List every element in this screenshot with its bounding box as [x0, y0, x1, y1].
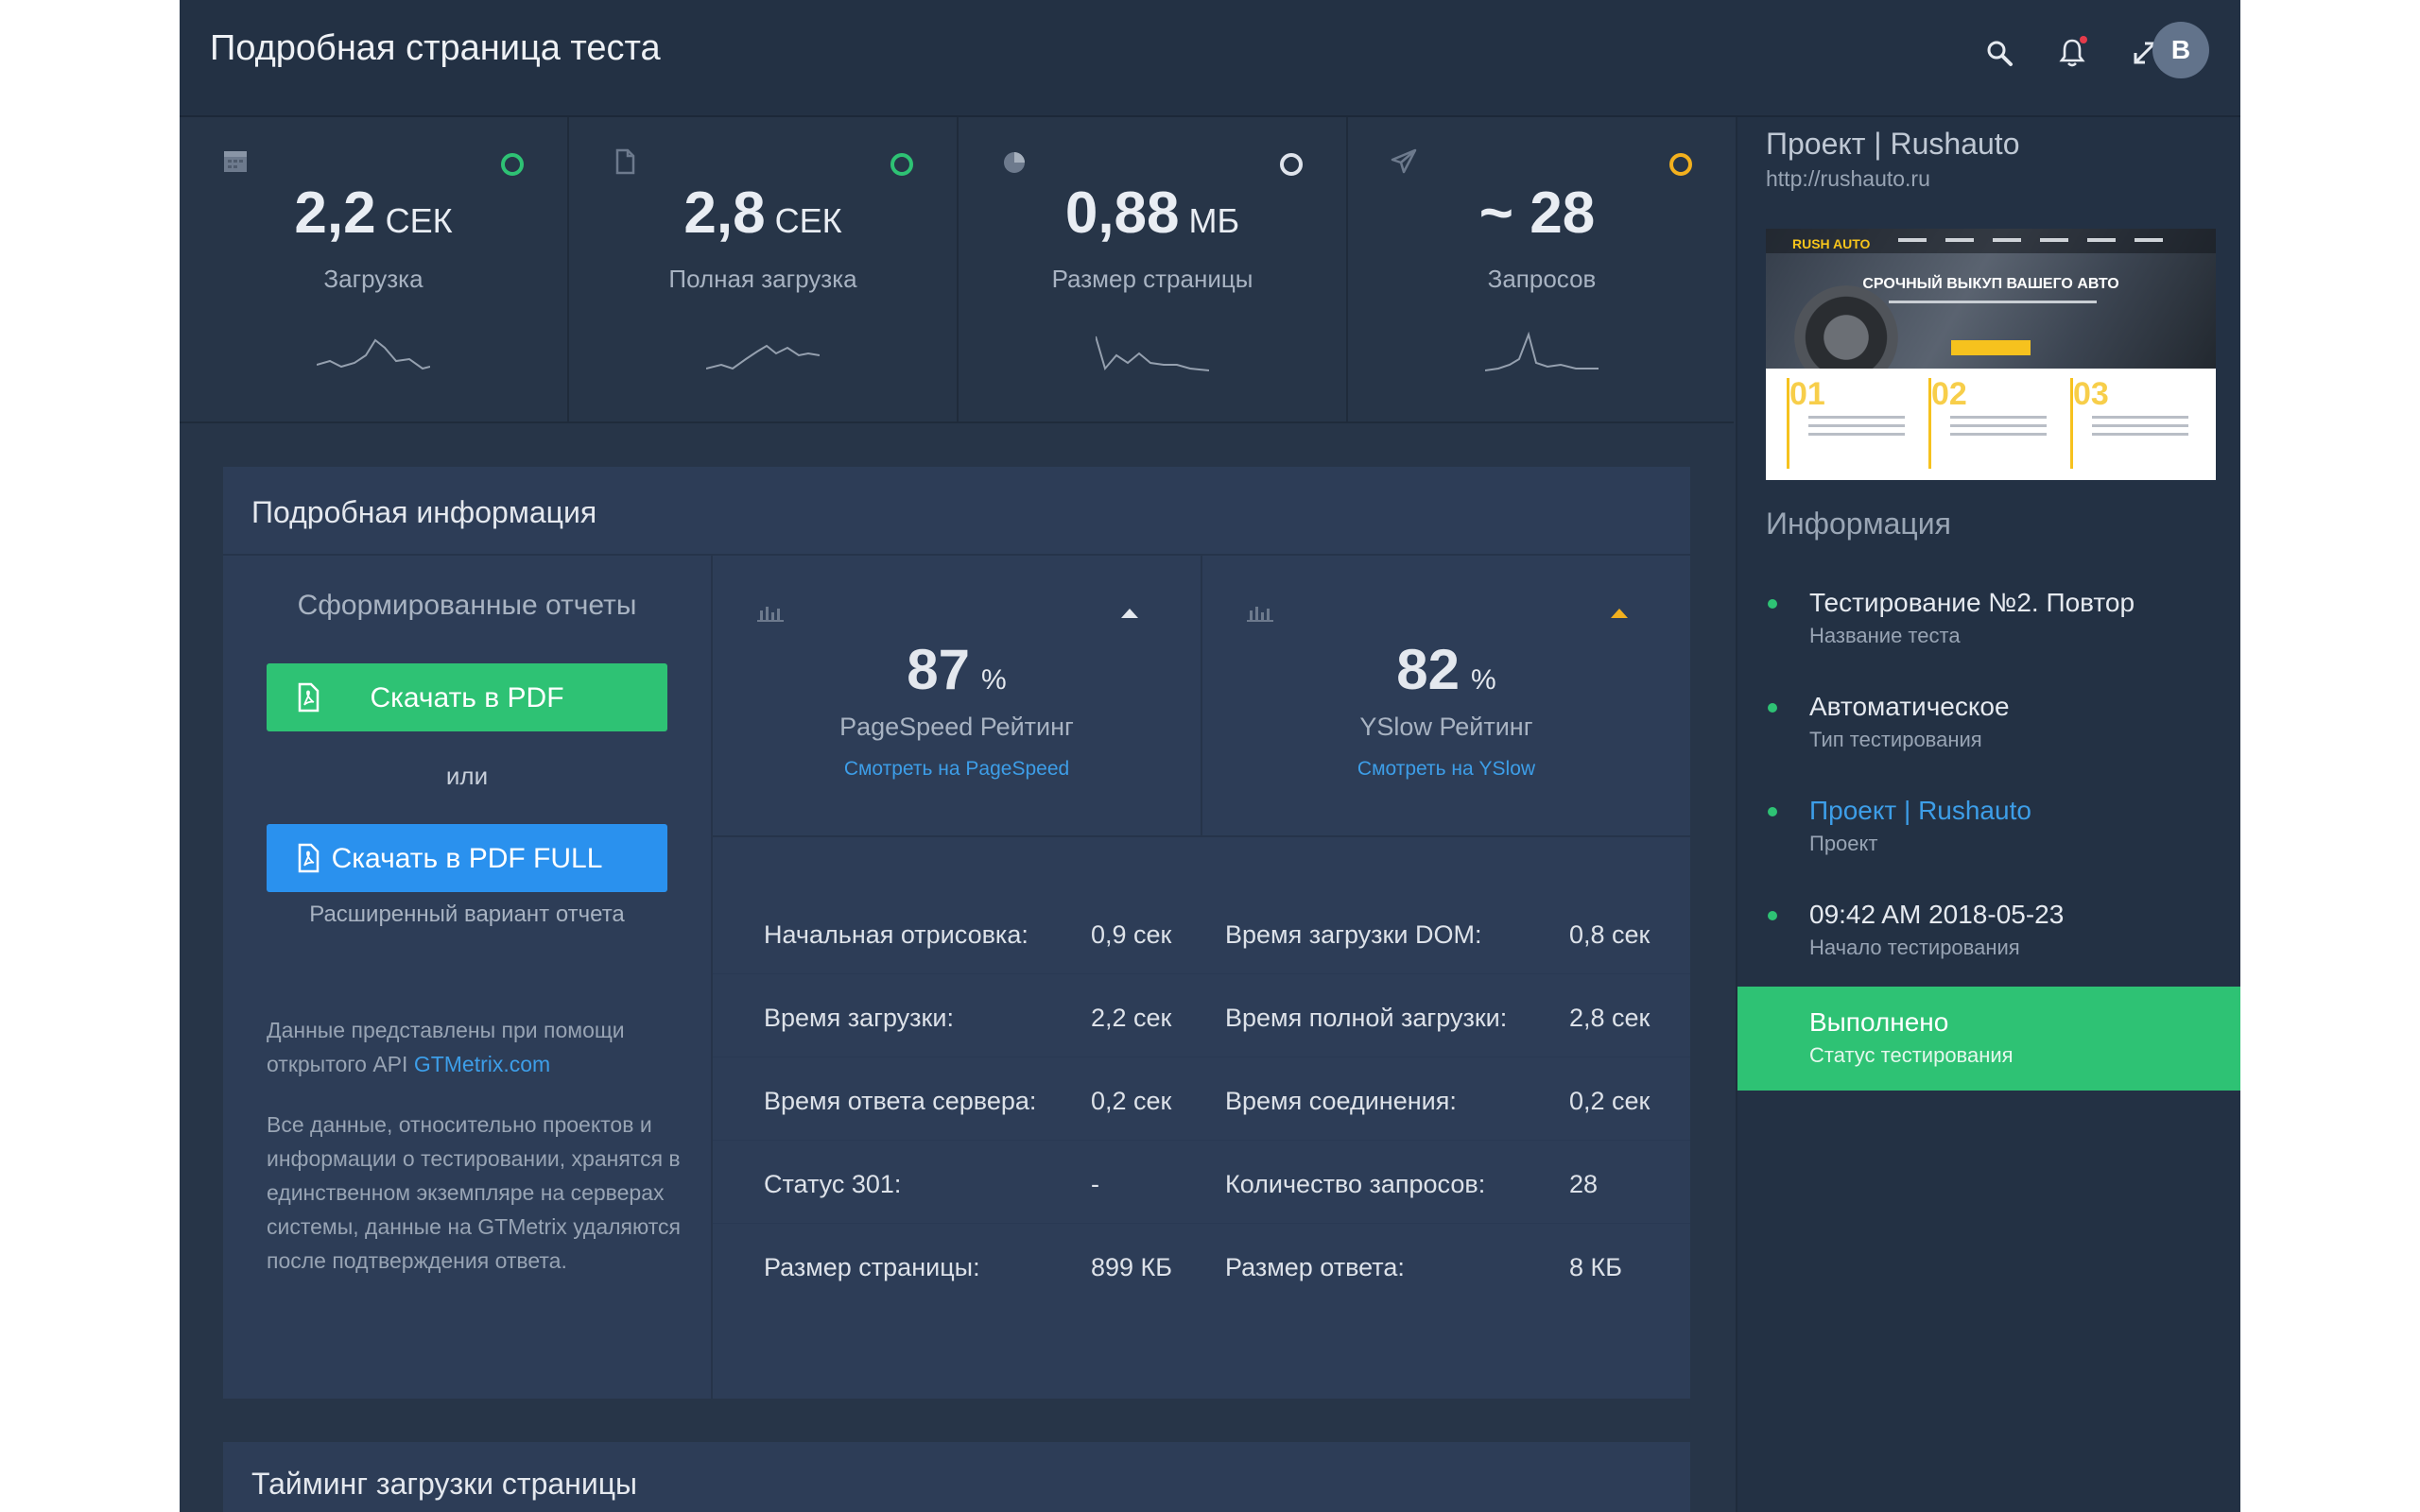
stat-page-size: 0,88 МБ Размер страницы	[959, 117, 1348, 421]
file-icon	[611, 147, 639, 176]
metrics-table: Начальная отрисовка: 0,9 сек Время загруз…	[713, 835, 1690, 1400]
trend-up-icon	[1611, 609, 1628, 618]
or-text: или	[445, 762, 489, 790]
site-screenshot: RUSH AUTO СРОЧНЫЙ ВЫКУП ВАШЕГО АВТО 01 0…	[1766, 229, 2216, 480]
table-row: Начальная отрисовка: 0,9 сек Время загруз…	[713, 890, 1690, 974]
stat-value: 2,2 СЕК	[294, 180, 453, 246]
score-name: YSlow Рейтинг	[1359, 713, 1533, 741]
reports-column: Сформированные отчеты Скачать в PDF или …	[223, 556, 713, 1399]
search-icon[interactable]	[1979, 32, 2020, 74]
stat-value: 2,8 СЕК	[683, 180, 842, 246]
paper-plane-icon	[1390, 147, 1418, 176]
project-link[interactable]: Проект | Rushauto	[1809, 796, 2031, 826]
stat-label: Запросов	[1487, 265, 1597, 293]
trend-up-icon	[1121, 609, 1138, 618]
bar-chart-icon	[1246, 603, 1274, 628]
status-indicator	[890, 153, 913, 176]
pagespeed-link[interactable]: Смотреть на PageSpeed	[713, 758, 1201, 781]
gtmetrix-link[interactable]: GTMetrix.com	[414, 1052, 550, 1076]
page-title: Подробная страница теста	[210, 28, 661, 68]
notification-dot	[2080, 36, 2087, 43]
card-header: Подробная информация	[223, 467, 1690, 556]
app-window: Подробная страница теста B 2,2 СЕК Загруз…	[180, 0, 2240, 1512]
table-row: Время ответа сервера: 0,2 сек Время соеди…	[713, 1057, 1690, 1141]
info-title: Информация	[1766, 507, 1951, 541]
table-row: Время загрузки: 2,2 сек Время полной загр…	[713, 973, 1690, 1057]
stat-label: Загрузка	[323, 265, 424, 293]
yslow-link[interactable]: Смотреть на YSlow	[1202, 758, 1690, 781]
api-note: Данные представлены при помощи открытого…	[267, 1018, 625, 1076]
download-pdf-label: Скачать в PDF	[370, 682, 564, 713]
score-name: PageSpeed Рейтинг	[839, 713, 1074, 741]
yslow-score: 82% YSlow Рейтинг Смотреть на YSlow	[1202, 556, 1690, 835]
project-url[interactable]: http://rushauto.ru	[1766, 166, 1930, 192]
stats-row: 2,2 СЕК Загрузка 2,8 СЕК Полная загрузка 0…	[180, 117, 1737, 423]
sparkline	[1485, 331, 1599, 371]
sparkline	[317, 338, 430, 370]
bell-icon[interactable]	[2051, 32, 2093, 74]
score-value: 82%	[1396, 638, 1496, 701]
site-headline: СРОЧНЫЙ ВЫКУП ВАШЕГО АВТО	[1862, 276, 2119, 292]
stat-label: Размер страницы	[1051, 265, 1253, 293]
pie-chart-icon	[1000, 147, 1028, 176]
stat-requests: ~ 28 Запросов	[1348, 117, 1737, 421]
avatar[interactable]: B	[2152, 22, 2209, 78]
stat-value: ~ 28	[1478, 180, 1596, 246]
project-sidebar: Проект | Rushauto http://rushauto.ru RUS…	[1736, 117, 2240, 1512]
extended-report-note: Расширенный вариант отчета	[309, 902, 625, 927]
sparkline	[706, 344, 820, 370]
details-card: Подробная информация Сформированные отче…	[223, 467, 1690, 1399]
status-indicator	[1280, 153, 1303, 176]
pagespeed-score: 87% PageSpeed Рейтинг Смотреть на PageSp…	[713, 556, 1202, 835]
download-pdf-full-button[interactable]: Скачать в PDF FULL	[267, 824, 667, 892]
status-badge: Выполнено Статус тестирования	[1737, 987, 2240, 1091]
storage-note: Все данные, относительно проектов и инфо…	[267, 1112, 681, 1273]
stat-full-load: 2,8 СЕК Полная загрузка	[569, 117, 959, 421]
sparkline	[1096, 335, 1209, 371]
download-pdf-full-label: Скачать в PDF FULL	[331, 843, 603, 874]
site-logo: RUSH AUTO	[1792, 236, 1871, 251]
download-pdf-button[interactable]: Скачать в PDF	[267, 663, 667, 731]
status-indicator	[1669, 153, 1692, 176]
calendar-icon	[221, 147, 250, 176]
project-title: Проект | Rushauto	[1766, 127, 2020, 161]
stat-load: 2,2 СЕК Загрузка	[180, 117, 569, 421]
card-title: Подробная информация	[251, 495, 597, 529]
table-row: Размер страницы: 899 КБ Размер ответа: 8 К…	[764, 1253, 1622, 1281]
stat-value: 0,88 МБ	[1064, 180, 1240, 246]
status-indicator	[501, 153, 524, 176]
reports-title: Сформированные отчеты	[297, 590, 637, 621]
bar-chart-icon	[756, 603, 785, 628]
table-row: Статус 301: - Количество запросов: 28	[713, 1140, 1690, 1224]
stat-label: Полная загрузка	[668, 265, 857, 293]
timing-card: Тайминг загрузки страницы	[223, 1442, 1690, 1512]
top-bar: Подробная страница теста B	[180, 0, 2240, 117]
score-value: 87%	[907, 638, 1007, 701]
card-title: Тайминг загрузки страницы	[251, 1467, 638, 1501]
